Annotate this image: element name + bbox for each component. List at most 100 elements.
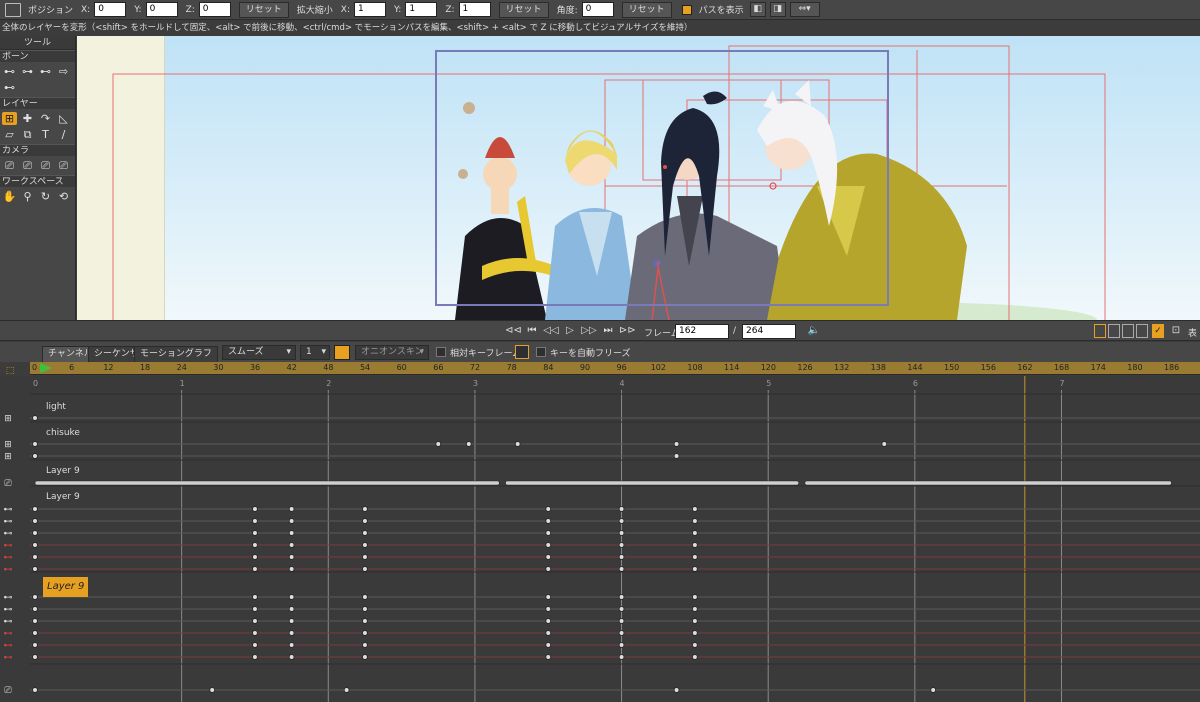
rotate-layer-icon[interactable]: ↷ [38,112,53,125]
keyframe-dot [545,518,552,524]
rewind-icon[interactable]: ⊲⊲ [505,324,522,338]
bone-red-icon[interactable]: ⊷ [2,541,14,551]
ruler-tick-label: 108 [687,363,703,372]
pan-tilt-camera-icon[interactable]: ⎚ [56,159,71,172]
perspective-icon[interactable]: ▱ [2,128,17,141]
select-bone-icon[interactable]: ⊷ [2,65,17,78]
reset-angle-button[interactable]: リセット [621,1,672,18]
onion-skin-select[interactable]: オニオンスキン ▾ [355,345,429,360]
timeline-channels[interactable]: 0 1 2 3 4 5 6 7 light chisuke Layer 9 Layer 9 L… [0,376,1200,702]
scale-y-input[interactable]: 1 [405,2,438,17]
text-icon[interactable]: T [38,128,53,141]
manipulate-bones-icon[interactable]: ⊷ [2,81,17,94]
scene-artwork [112,45,1106,320]
expand-icon[interactable]: ⬚ [4,366,16,376]
bone-icon[interactable]: ⊷ [2,605,14,615]
bone-icon[interactable]: ⊷ [2,505,14,515]
layer-badge-layer9[interactable]: Layer 9 [43,577,89,597]
keyframe-dot [252,566,258,572]
bone-icon[interactable]: ⊷ [2,593,14,603]
freeze-keys-checkbox[interactable] [536,347,546,357]
transform-layer-icon[interactable] [5,2,21,17]
bone-red-icon[interactable]: ⊷ [2,629,14,639]
chevron-down-icon: ▾ [286,347,291,357]
reset-position-button[interactable]: リセット [238,1,289,18]
position-z-input[interactable]: 0 [198,2,231,17]
rotate-workspace-icon[interactable]: ↻ [38,190,53,203]
layer-transform-icon[interactable]: ⊞ [2,414,14,424]
keyframe-dot [362,530,368,536]
onion-skin-icon[interactable] [334,345,350,360]
roll-camera-icon[interactable]: ⎚ [38,159,53,172]
zoom-camera-icon[interactable]: ⎚ [20,159,35,172]
keyframe-dot [252,530,258,536]
bone-icon[interactable]: ⊷ [2,517,14,527]
scale-x-input[interactable]: 1 [354,2,386,17]
step-back-icon[interactable]: ◁◁ [543,324,559,338]
keyframe-dot [288,606,295,612]
bone-icon[interactable]: ⊷ [2,529,14,539]
angle-input[interactable]: 0 [581,2,614,17]
bone-red-icon[interactable]: ⊷ [2,641,14,651]
show-path-checkbox[interactable] [681,4,692,15]
step-forward-icon[interactable]: ▷▷ [581,324,597,338]
layer-transform-icon[interactable]: ⊞ [2,440,14,450]
shear-icon[interactable]: ◺ [56,112,71,125]
crop-icon[interactable]: ⊡ [1168,324,1184,338]
sequence-bar [34,480,500,486]
frame-input[interactable]: 162 [675,324,729,339]
bone-icon[interactable]: ⊷ [2,617,14,627]
scale-z-input[interactable]: 1 [458,2,491,17]
position-y-input[interactable]: 0 [145,2,178,17]
eyedropper-icon[interactable]: ∕ [56,128,71,141]
camera-track-icon[interactable]: ⎚ [2,686,14,696]
loop-icon[interactable]: ⊳⊳ [619,324,636,338]
move-icon[interactable]: ✚ [20,112,35,125]
keyframe-dot [362,594,368,600]
step-last-icon[interactable]: ⏭ [600,324,616,338]
hand-icon[interactable]: ✋ [2,190,17,203]
view-single-icon[interactable] [1094,324,1106,338]
relative-keys-checkbox[interactable] [436,347,446,357]
flip-vertical-icon[interactable]: ◨ [769,2,786,17]
flip-horizontal-icon[interactable]: ◧ [749,2,766,17]
play-icon[interactable]: ▷ [562,324,578,338]
frame-ruler[interactable]: 0 6 12 18 24 30 36 42 48 54 60 66 72 78 84 90 96 102 108 11… [30,362,1200,375]
zoom-icon[interactable]: ⚲ [20,190,35,203]
translate-bone-icon[interactable]: ⊶ [20,65,35,78]
keyframe-dot [692,554,698,560]
track-camera-icon[interactable]: ⎚ [2,159,17,172]
bone-red-icon[interactable]: ⊷ [2,553,14,563]
view-split-v-icon[interactable] [1108,324,1120,338]
canvas-viewport[interactable] [77,36,1200,320]
interpolation-count-select[interactable]: 1 ▾ [300,345,330,360]
align-menu-icon[interactable]: ⇔▾ [789,2,820,17]
scale-bone-icon[interactable]: ⊷ [38,65,53,78]
camera-icon[interactable]: ⎚ [2,479,14,489]
layer-select-icon[interactable]: ⧉ [20,128,35,141]
total-frames-input[interactable]: 264 [742,324,796,339]
tab-motion-graph[interactable]: モーショングラフ [134,346,218,362]
audio-icon[interactable]: 🔈 [806,324,822,338]
bone-red-icon[interactable]: ⊷ [2,653,14,663]
view-split-h-icon[interactable] [1122,324,1134,338]
keyframe-dot [288,630,295,636]
keyframe-dot [362,506,368,512]
key-shape-icon[interactable] [515,345,529,359]
checkmark-icon[interactable]: ✓ [1152,324,1164,338]
position-x-input[interactable]: 0 [94,2,127,17]
keyframe-dot [252,642,258,648]
step-first-icon[interactable]: ⏮ [524,324,540,338]
orbit-workspace-icon[interactable]: ⟲ [56,190,71,203]
bone-red-icon[interactable]: ⊷ [2,565,14,575]
reset-scale-button[interactable]: リセット [498,1,549,18]
layer-transform-icon[interactable]: ⊞ [2,452,14,462]
interpolation-count-value: 1 [306,347,312,357]
playhead-start-icon[interactable] [40,363,52,373]
rotate-bone-icon[interactable]: ⇨ [56,65,71,78]
bone-section-label: ボーン [0,50,75,62]
interpolation-select[interactable]: スムーズ ▾ [222,345,296,360]
view-quad-icon[interactable] [1136,324,1148,338]
transform-layer-icon[interactable]: ⊞ [2,112,17,125]
keyframe-dot [435,441,442,447]
